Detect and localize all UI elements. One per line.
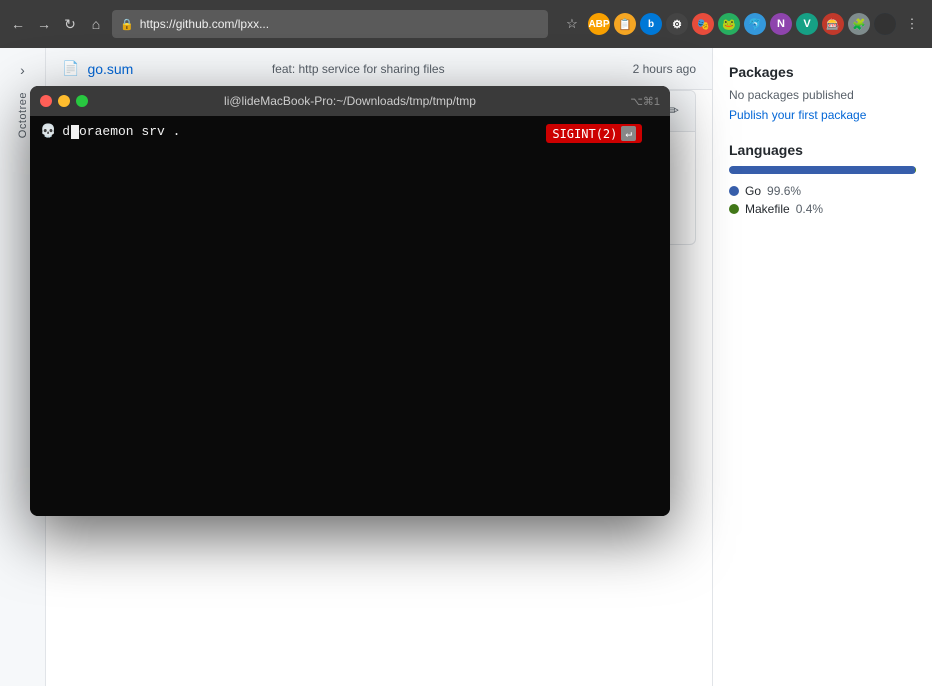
terminal-maximize-button[interactable] (76, 95, 88, 107)
terminal-shortcut: ⌥⌘1 (630, 95, 660, 108)
makefile-lang-name: Makefile (745, 202, 790, 216)
file-icon: 📄 (62, 60, 79, 77)
page-layout: › Octotree 📄 go.sum feat: http service f… (0, 48, 932, 686)
toolbar-icons: ☆ ABP 📋 b ⚙ 🎭 🐸 🐬 N V 🎰 🧩 ⋮ (560, 12, 924, 36)
go-color-dot (729, 186, 739, 196)
languages-section: Languages Go 99.6% Makefile 0.4% (729, 142, 916, 216)
extension-icon-11[interactable]: 🧩 (848, 13, 870, 35)
languages-heading: Languages (729, 142, 916, 158)
go-lang-percent: 99.6% (767, 184, 801, 198)
extension-icon-12[interactable] (874, 13, 896, 35)
terminal-command: d (62, 124, 70, 139)
extension-icon-6[interactable]: 🐸 (718, 13, 740, 35)
enter-icon: ↵ (621, 126, 636, 141)
terminal-titlebar: li@lideMacBook-Pro:~/Downloads/tmp/tmp/t… (30, 86, 670, 116)
url-text: https://github.com/lpxx... (140, 17, 269, 31)
octotree-label: Octotree (17, 92, 29, 138)
makefile-color-dot (729, 204, 739, 214)
file-commit-message: feat: http service for sharing files (272, 62, 625, 76)
address-bar[interactable]: 🔒 https://github.com/lpxx... (112, 10, 548, 38)
go-lang-name: Go (745, 184, 761, 198)
terminal-command-rest: oraemon srv . (79, 124, 180, 139)
terminal-body[interactable]: 💀 d oraemon srv . SIGINT(2) ↵ (30, 116, 670, 516)
terminal-cursor (71, 125, 79, 139)
back-button[interactable]: ← (8, 14, 28, 34)
file-name-link[interactable]: go.sum (87, 61, 263, 77)
terminal-window[interactable]: li@lideMacBook-Pro:~/Downloads/tmp/tmp/t… (30, 86, 670, 516)
star-icon[interactable]: ☆ (560, 12, 584, 36)
go-bar-segment (729, 166, 915, 174)
packages-heading: Packages (729, 64, 916, 80)
skull-icon: 💀 (40, 124, 56, 139)
octotree-toggle-button[interactable]: › (11, 58, 35, 82)
terminal-minimize-button[interactable] (58, 95, 70, 107)
extension-icon-2[interactable]: 📋 (614, 13, 636, 35)
right-sidebar: Packages No packages published Publish y… (712, 48, 932, 686)
packages-section: Packages No packages published Publish y… (729, 64, 916, 122)
extension-icon-7[interactable]: 🐬 (744, 13, 766, 35)
forward-button[interactable]: → (34, 14, 54, 34)
terminal-cursor-area: d oraemon srv . (62, 124, 180, 139)
chevron-right-icon: › (20, 62, 25, 78)
file-time: 2 hours ago (633, 62, 696, 76)
file-row: 📄 go.sum feat: http service for sharing … (46, 48, 712, 90)
language-item-makefile: Makefile 0.4% (729, 202, 916, 216)
extension-icon-10[interactable]: 🎰 (822, 13, 844, 35)
extension-icon-9[interactable]: V (796, 13, 818, 35)
reload-button[interactable]: ↻ (60, 14, 80, 34)
extension-icon-5[interactable]: 🎭 (692, 13, 714, 35)
extension-icon-3[interactable]: b (640, 13, 662, 35)
makefile-bar-segment (915, 166, 916, 174)
sigint-badge: SIGINT(2) ↵ (546, 124, 642, 143)
language-bar (729, 166, 916, 174)
terminal-close-button[interactable] (40, 95, 52, 107)
sigint-label: SIGINT(2) (552, 127, 617, 141)
language-item-go: Go 99.6% (729, 184, 916, 198)
publish-first-package-link[interactable]: Publish your first package (729, 108, 916, 122)
makefile-lang-percent: 0.4% (796, 202, 823, 216)
lock-icon: 🔒 (120, 18, 134, 31)
terminal-title: li@lideMacBook-Pro:~/Downloads/tmp/tmp/t… (224, 94, 476, 108)
extension-icon-1[interactable]: ABP (588, 13, 610, 35)
extension-icon-4[interactable]: ⚙ (666, 13, 688, 35)
home-button[interactable]: ⌂ (86, 14, 106, 34)
extension-icon-8[interactable]: N (770, 13, 792, 35)
browser-chrome: ← → ↻ ⌂ 🔒 https://github.com/lpxx... ☆ A… (0, 0, 932, 48)
no-packages-text: No packages published (729, 88, 916, 102)
menu-icon[interactable]: ⋮ (900, 12, 924, 36)
